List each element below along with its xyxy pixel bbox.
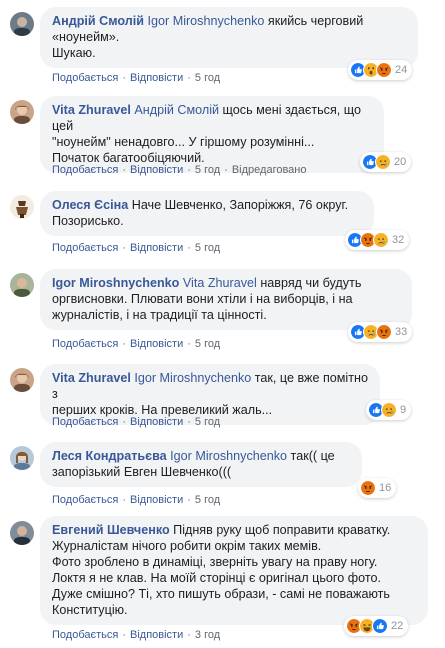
comment-actions: Подобається · Відповісти · 5 год	[52, 338, 221, 350]
comment-actions: Подобається · Відповісти · 5 год	[52, 72, 221, 84]
comment-text: якийсь черговий	[264, 14, 364, 28]
reactions-summary[interactable]: 24	[348, 60, 413, 80]
comment-text: «ноунейм».	[52, 30, 120, 44]
comment-bubble: Igor Miroshnychenko Vita Zhuravel навряд…	[40, 269, 412, 330]
comment-text: так(( це	[287, 449, 335, 463]
edited-label[interactable]: Відредаговано	[232, 164, 307, 176]
comment-text: Наче Шевченко, Запоріжжя, 76 округ.	[131, 198, 349, 212]
like-button[interactable]: Подобається	[52, 72, 118, 84]
comment-text: навряд чи будуть	[256, 276, 362, 290]
comment-text: Позорисько.	[52, 214, 124, 228]
avatar[interactable]	[10, 195, 34, 219]
like-button[interactable]: Подобається	[52, 164, 118, 176]
reply-button[interactable]: Відповісти	[130, 494, 183, 506]
timestamp[interactable]: 5 год	[195, 338, 220, 350]
comment-text: Конституцію.	[52, 603, 128, 617]
avatar[interactable]	[10, 100, 34, 124]
comment-text: Журналістам нічого робити окрім таких ме…	[52, 539, 322, 553]
comment-bubble: Леся Кондратьєва Igor Miroshnychenko так…	[40, 442, 362, 487]
angry-reaction-icon	[360, 480, 376, 496]
reply-button[interactable]: Відповісти	[130, 338, 183, 350]
reply-button[interactable]: Відповісти	[130, 72, 183, 84]
reactions-summary[interactable]: 9	[366, 400, 412, 420]
like-button[interactable]: Подобається	[52, 494, 118, 506]
comment-actions: Подобається · Відповісти · 5 год	[52, 416, 221, 428]
comment-text: "ноунейм" ненадовго... У гіршому розумін…	[52, 135, 315, 149]
comment-text: Підняв руку щоб поправити краватку.	[169, 523, 391, 537]
comment-author[interactable]: Андрій Смолій	[52, 14, 144, 28]
reaction-count: 20	[394, 156, 407, 168]
comment-bubble: Vita Zhuravel Андрій Смолій щось мені зд…	[40, 96, 384, 173]
timestamp[interactable]: 3 год	[195, 629, 220, 641]
reaction-count: 33	[395, 326, 408, 338]
comment-3: Олеся Єсіна Наче Шевченко, Запоріжжя, 76…	[0, 185, 445, 263]
angry-reaction-icon	[376, 62, 392, 78]
avatar[interactable]	[10, 446, 34, 470]
timestamp[interactable]: 5 год	[195, 72, 220, 84]
reaction-count: 24	[395, 64, 408, 76]
avatar[interactable]	[10, 368, 34, 392]
comment-text: Шукаю.	[52, 46, 96, 60]
sad-reaction-icon	[373, 232, 389, 248]
mention-link[interactable]: Vita Zhuravel	[183, 276, 257, 290]
comment-actions: Подобається · Відповісти · 5 год	[52, 242, 221, 254]
comment-author[interactable]: Vita Zhuravel	[52, 371, 131, 385]
timestamp[interactable]: 5 год	[195, 416, 220, 428]
comment-4: Igor Miroshnychenko Vita Zhuravel навряд…	[0, 263, 445, 358]
comment-text: оргвисновки. Плювати вони хтіли і на виб…	[52, 292, 353, 306]
reply-button[interactable]: Відповісти	[130, 629, 183, 641]
avatar[interactable]	[10, 12, 34, 36]
comment-2: Vita Zhuravel Андрій Смолій щось мені зд…	[0, 90, 445, 185]
comment-6: Леся Кондратьєва Igor Miroshnychenko так…	[0, 436, 445, 514]
like-button[interactable]: Подобається	[52, 629, 118, 641]
timestamp[interactable]: 5 год	[195, 242, 220, 254]
comment-bubble: Андрій Смолій Igor Miroshnychenko якийсь…	[40, 7, 418, 68]
timestamp[interactable]: 5 год	[195, 164, 220, 176]
reaction-count: 22	[391, 620, 404, 632]
comment-bubble: Олеся Єсіна Наче Шевченко, Запоріжжя, 76…	[40, 191, 374, 236]
comment-actions: Подобається · Відповісти · 5 год	[52, 494, 221, 506]
comment-author[interactable]: Vita Zhuravel	[52, 103, 131, 117]
reaction-count: 16	[379, 482, 392, 494]
comment-text: Фото зроблено в динаміці, зверніть увагу…	[52, 555, 378, 569]
comment-text: журналістів, і на традиції та цінності.	[52, 308, 267, 322]
reply-button[interactable]: Відповісти	[130, 164, 183, 176]
comment-author[interactable]: Олеся Єсіна	[52, 198, 128, 212]
reactions-summary[interactable]: 16	[358, 478, 397, 498]
comment-5: Vita Zhuravel Igor Miroshnychenko так, ц…	[0, 358, 445, 436]
comment-1: Андрій Смолій Igor Miroshnychenko якийсь…	[0, 0, 445, 90]
comment-actions: Подобається · Відповісти · 5 год · Відредагова…	[52, 164, 307, 176]
comment-bubble: Евгений Шевченко Підняв руку щоб поправи…	[40, 516, 428, 625]
like-button[interactable]: Подобається	[52, 242, 118, 254]
comment-7: Евгений Шевченко Підняв руку щоб поправи…	[0, 514, 445, 648]
like-button[interactable]: Подобається	[52, 338, 118, 350]
sad-reaction-icon	[381, 402, 397, 418]
angry-reaction-icon	[376, 324, 392, 340]
comment-text: запорізький Евген Шевченко(((	[52, 465, 232, 479]
mention-link[interactable]: Андрій Смолій	[134, 103, 219, 117]
like-button[interactable]: Подобається	[52, 416, 118, 428]
mention-link[interactable]: Igor Miroshnychenko	[134, 371, 251, 385]
reactions-summary[interactable]: 20	[360, 152, 412, 172]
comment-author[interactable]: Евгений Шевченко	[52, 523, 170, 537]
mention-link[interactable]: Igor Miroshnychenko	[170, 449, 287, 463]
reaction-count: 9	[400, 404, 407, 416]
reactions-summary[interactable]: 22	[344, 616, 409, 636]
comment-text: Дуже смішно? Ті, хто пишуть образи, - са…	[52, 587, 390, 601]
reactions-summary[interactable]: 33	[348, 322, 413, 342]
reaction-count: 32	[392, 234, 405, 246]
reactions-summary[interactable]: 32	[345, 230, 410, 250]
comment-author[interactable]: Леся Кондратьєва	[52, 449, 167, 463]
mention-link[interactable]: Igor Miroshnychenko	[148, 14, 265, 28]
reply-button[interactable]: Відповісти	[130, 416, 183, 428]
comment-text: Локтя я не клав. На моїй сторінці є ориг…	[52, 571, 381, 585]
reply-button[interactable]: Відповісти	[130, 242, 183, 254]
like-reaction-icon	[372, 618, 388, 634]
sad-reaction-icon	[375, 154, 391, 170]
avatar[interactable]	[10, 273, 34, 297]
timestamp[interactable]: 5 год	[195, 494, 220, 506]
avatar[interactable]	[10, 521, 34, 545]
comment-actions: Подобається · Відповісти · 3 год	[52, 629, 221, 641]
comment-author[interactable]: Igor Miroshnychenko	[52, 276, 179, 290]
